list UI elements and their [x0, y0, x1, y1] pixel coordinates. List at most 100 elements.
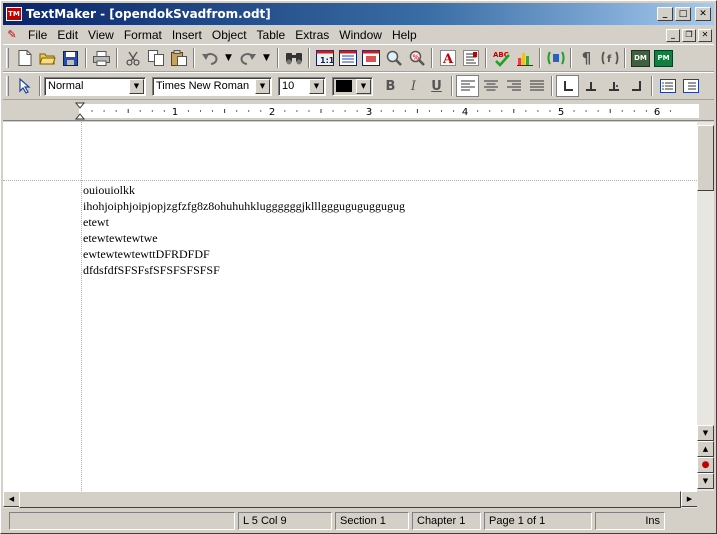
tab-left-icon[interactable] — [556, 75, 579, 97]
horizontal-ruler[interactable]: 1 2 3 4 5 6 — [3, 101, 714, 121]
left-margin-guide — [81, 122, 82, 491]
numbering-icon[interactable] — [679, 75, 702, 97]
toolbar-separator — [193, 48, 195, 68]
menu-insert[interactable]: Insert — [167, 26, 207, 44]
status-section: Section 1 — [335, 512, 409, 530]
scroll-left-icon[interactable]: ◀ — [3, 491, 20, 507]
browse-object-icon[interactable]: ● — [697, 457, 714, 473]
font-size-select[interactable]: 10 ▼ — [278, 76, 326, 96]
horizontal-scrollbar[interactable]: ◀ ▶ — [3, 491, 698, 508]
doc-minimize-button[interactable]: _ — [666, 28, 680, 42]
font-icon[interactable]: A — [436, 47, 459, 69]
chart-icon[interactable] — [513, 47, 536, 69]
tab-right-icon[interactable] — [625, 75, 648, 97]
ruler-number: 1 — [172, 107, 178, 118]
toolbar-separator — [551, 76, 553, 96]
align-center-icon[interactable] — [479, 75, 502, 97]
underline-button[interactable]: U — [425, 75, 448, 97]
select-pointer-icon[interactable] — [13, 75, 36, 97]
doc-close-button[interactable]: ✕ — [698, 28, 712, 42]
datamaker-icon[interactable]: DM — [629, 47, 652, 69]
status-insert-mode[interactable]: Ins — [595, 512, 665, 530]
text-line[interactable]: dfdsfdfSFSFsfSFSFSFSFSF — [83, 262, 405, 278]
document-page[interactable]: ouiouiolkk ihohjoiphjoipjopjzgfzfg8z8ohu… — [3, 122, 697, 491]
next-page-icon[interactable]: ▼ — [697, 473, 714, 489]
ruler-graphic: 1 2 3 4 5 6 — [74, 102, 699, 120]
tab-center-icon[interactable] — [579, 75, 602, 97]
text-line[interactable]: ewtewtewtewttDFRDFDF — [83, 246, 405, 262]
underline-label: U — [431, 78, 442, 94]
menu-file[interactable]: File — [23, 26, 52, 44]
chevron-down-icon[interactable]: ▼ — [129, 78, 144, 94]
text-line[interactable]: etewtewtewtwe — [83, 230, 405, 246]
text-line[interactable]: ihohjoiphjoipjopjzgfzfg8z8ohuhuhkluggggg… — [83, 198, 405, 214]
toolbar-separator — [277, 48, 279, 68]
menu-format[interactable]: Format — [119, 26, 167, 44]
page-view-icon[interactable]: 1:1 — [313, 47, 336, 69]
chevron-down-icon[interactable]: ▼ — [255, 78, 270, 94]
align-justify-icon[interactable] — [525, 75, 548, 97]
align-left-icon[interactable] — [456, 75, 479, 97]
planmaker-icon[interactable]: PM — [652, 47, 675, 69]
zoom-icon[interactable] — [382, 47, 405, 69]
tab-decimal-icon[interactable] — [602, 75, 625, 97]
minimize-button[interactable]: _ — [657, 7, 673, 21]
find-icon[interactable] — [282, 47, 305, 69]
paragraph-style-value: Normal — [48, 80, 84, 92]
paragraph-style-select[interactable]: Normal ▼ — [44, 76, 146, 96]
bullets-icon[interactable] — [656, 75, 679, 97]
document-menu-icon[interactable]: ✎ — [5, 28, 19, 42]
title-bar[interactable]: TM TextMaker - [opendokSvadfrom.odt] _ □… — [3, 3, 714, 25]
text-line[interactable]: etewt — [83, 214, 405, 230]
document-body[interactable]: ouiouiolkk ihohjoiphjoipjopjzgfzfg8z8ohu… — [83, 182, 405, 278]
outline-view-icon[interactable] — [359, 47, 382, 69]
menu-edit[interactable]: Edit — [52, 26, 83, 44]
new-document-icon[interactable] — [13, 47, 36, 69]
toolbar-grip[interactable] — [6, 76, 9, 96]
menu-object[interactable]: Object — [207, 26, 252, 44]
bold-button[interactable]: B — [379, 75, 402, 97]
undo-dropdown-icon[interactable]: ▼ — [221, 47, 236, 69]
previous-page-icon[interactable]: ▲ — [697, 441, 714, 457]
chevron-down-icon[interactable]: ▼ — [356, 78, 371, 94]
objects-icon[interactable] — [544, 47, 567, 69]
open-folder-icon[interactable] — [36, 47, 59, 69]
svg-text:A: A — [442, 52, 454, 66]
text-line[interactable]: ouiouiolkk — [83, 182, 405, 198]
menu-help[interactable]: Help — [387, 26, 422, 44]
cut-icon[interactable] — [121, 47, 144, 69]
paragraph-icon[interactable] — [459, 47, 482, 69]
paste-icon[interactable] — [167, 47, 190, 69]
copy-icon[interactable] — [144, 47, 167, 69]
save-icon[interactable] — [59, 47, 82, 69]
redo-dropdown-icon[interactable]: ▼ — [259, 47, 274, 69]
italic-button[interactable]: I — [402, 75, 425, 97]
toolbar-grip[interactable] — [6, 48, 9, 68]
close-button[interactable]: ✕ — [695, 7, 711, 21]
chevron-down-icon[interactable]: ▼ — [309, 78, 324, 94]
text-color-select[interactable]: ▼ — [332, 76, 373, 96]
menu-view[interactable]: View — [83, 26, 119, 44]
menu-extras[interactable]: Extras — [290, 26, 334, 44]
maximize-button[interactable]: □ — [675, 7, 691, 21]
redo-icon[interactable] — [236, 47, 259, 69]
vertical-scrollbar[interactable]: ▼ ▲ ● ▼ — [697, 122, 714, 491]
vertical-scroll-thumb[interactable] — [697, 125, 714, 191]
horizontal-scroll-thumb[interactable] — [19, 491, 681, 508]
pilcrow-icon[interactable]: ¶ — [575, 47, 598, 69]
text-color-swatch — [336, 80, 352, 92]
doc-restore-button[interactable]: ❐ — [682, 28, 696, 42]
scroll-right-icon[interactable]: ▶ — [681, 491, 698, 507]
menu-window[interactable]: Window — [334, 26, 387, 44]
field-icon[interactable]: f — [598, 47, 621, 69]
spellcheck-icon[interactable]: ABC — [490, 47, 513, 69]
normal-view-icon[interactable] — [336, 47, 359, 69]
window-title: TextMaker - [opendokSvadfrom.odt] — [26, 7, 271, 21]
zoom-percent-icon[interactable]: % — [405, 47, 428, 69]
print-icon[interactable] — [90, 47, 113, 69]
font-family-select[interactable]: Times New Roman ▼ — [152, 76, 272, 96]
scroll-down-icon[interactable]: ▼ — [697, 425, 714, 441]
menu-table[interactable]: Table — [252, 26, 291, 44]
undo-icon[interactable] — [198, 47, 221, 69]
align-right-icon[interactable] — [502, 75, 525, 97]
